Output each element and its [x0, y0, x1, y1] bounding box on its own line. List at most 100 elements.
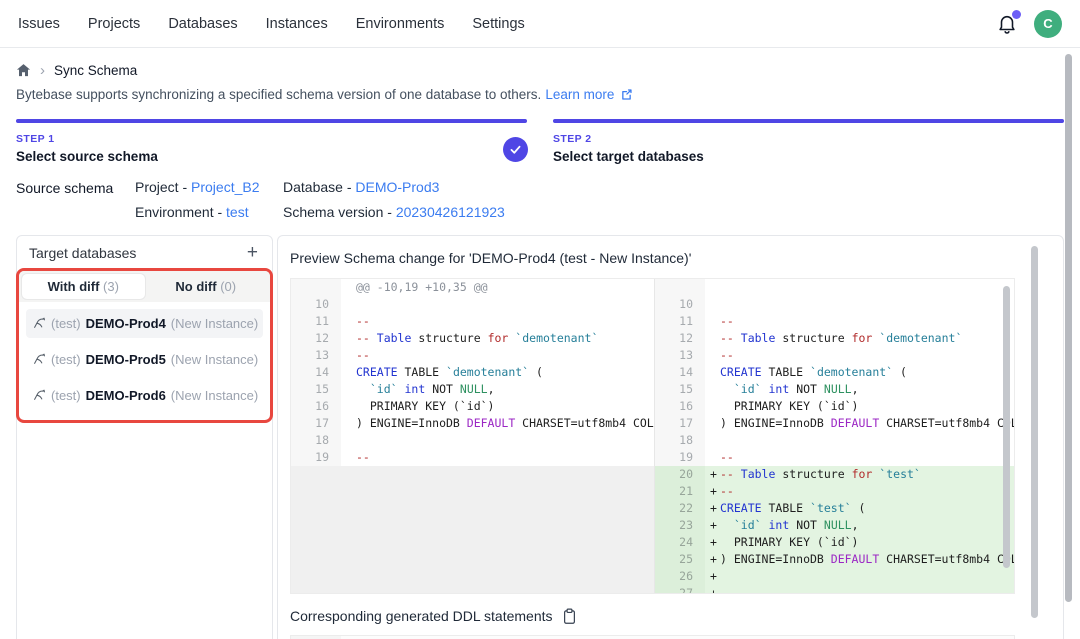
target-database-item-demo-prod5[interactable]: (test) DEMO-Prod5 (New Instance) — [26, 345, 263, 374]
line-number: 23 — [655, 517, 705, 534]
step-2-bar — [553, 119, 1064, 123]
line-number: 18 — [291, 432, 341, 449]
diff-pane-modified[interactable]: 1011--12-- Table structure for `demotena… — [654, 279, 1014, 593]
diff-line: 18 — [291, 432, 654, 449]
diff-line: 10 — [655, 296, 1014, 313]
line-number: 24 — [655, 534, 705, 551]
ddl-statements-title: Corresponding generated DDL statements — [290, 608, 553, 624]
learn-more-link[interactable]: Learn more — [545, 87, 614, 102]
diff-empty-placeholder — [291, 466, 654, 593]
step-1: STEP 1 Select source schema — [16, 119, 527, 164]
diff-line: 18 — [655, 432, 1014, 449]
line-number: 25 — [655, 551, 705, 568]
step-1-bar — [16, 119, 527, 123]
target-databases-highlight-box: With diff (3) No diff (0) (test) — [16, 268, 273, 423]
nav-item-projects[interactable]: Projects — [88, 16, 140, 32]
project-link[interactable]: Project_B2 — [191, 179, 259, 195]
copy-icon[interactable] — [562, 608, 577, 625]
page-scrollbar[interactable] — [1065, 54, 1072, 602]
line-number: 13 — [655, 347, 705, 364]
line-number: 20 — [655, 466, 705, 483]
line-number: 17 — [291, 415, 341, 432]
editor-scrollbar[interactable] — [1003, 286, 1010, 568]
target-database-item-demo-prod4[interactable]: (test) DEMO-Prod4 (New Instance) — [26, 309, 263, 338]
diff-line: 11-- — [291, 313, 654, 330]
line-number: 17 — [655, 415, 705, 432]
avatar[interactable]: C — [1034, 10, 1062, 38]
diff-line: 15 `id` int NOT NULL, — [291, 381, 654, 398]
diff-line: 21+-- — [655, 483, 1014, 500]
nav-item-databases[interactable]: Databases — [168, 16, 237, 32]
target-databases-panel: Target databases + With diff (3) No diff… — [16, 235, 273, 639]
diff-line: 17) ENGINE=InnoDB DEFAULT CHARSET=utf8mb… — [655, 415, 1014, 432]
line-number: 21 — [655, 483, 705, 500]
mysql-icon — [32, 388, 46, 402]
intro-text: Bytebase supports synchronizing a specif… — [16, 87, 1064, 102]
step-1-label: STEP 1 — [16, 133, 527, 145]
target-database-item-demo-prod6[interactable]: (test) DEMO-Prod6 (New Instance) — [26, 381, 263, 410]
line-number — [655, 279, 705, 296]
line-number: 16 — [291, 398, 341, 415]
preview-title: Preview Schema change for 'DEMO-Prod4 (t… — [290, 250, 1063, 266]
environment-link[interactable]: test — [226, 204, 249, 220]
diff-hunk-header — [655, 279, 1014, 296]
schema-diff-editor[interactable]: @@ -10,19 +10,35 @@1011--12-- Table stru… — [290, 278, 1015, 594]
field-database: Database - DEMO-Prod3 — [283, 179, 505, 195]
diff-line: 20+-- Table structure for `test` — [655, 466, 1014, 483]
diff-line: 13-- — [655, 347, 1014, 364]
tab-no-diff[interactable]: No diff (0) — [145, 274, 268, 299]
source-schema-label: Source schema — [16, 179, 135, 220]
notification-bell-icon[interactable] — [996, 13, 1018, 35]
diff-line: 19-- — [655, 449, 1014, 466]
diff-line: 17) ENGINE=InnoDB DEFAULT CHARSET=utf8mb… — [291, 415, 654, 432]
nav-item-issues[interactable]: Issues — [18, 16, 60, 32]
target-databases-title: Target databases — [29, 245, 136, 261]
diff-line: 12-- Table structure for `demotenant` — [655, 330, 1014, 347]
diff-line: 25+) ENGINE=InnoDB DEFAULT CHARSET=utf8m… — [655, 551, 1014, 568]
line-number: 14 — [291, 364, 341, 381]
database-link[interactable]: DEMO-Prod3 — [355, 179, 439, 195]
step-2-label: STEP 2 — [553, 133, 1064, 145]
diff-line: 13-- — [291, 347, 654, 364]
external-link-icon — [620, 88, 633, 101]
line-number: 16 — [655, 398, 705, 415]
add-target-database-button[interactable]: + — [245, 245, 260, 261]
line-number: 22 — [655, 500, 705, 517]
line-number: 11 — [291, 313, 341, 330]
line-number: 26 — [655, 568, 705, 585]
tab-with-diff[interactable]: With diff (3) — [22, 274, 145, 299]
home-icon[interactable] — [16, 63, 31, 78]
step-complete-check-icon — [503, 137, 528, 162]
schema-version-link[interactable]: 20230426121923 — [396, 204, 505, 220]
diff-line: 26+ — [655, 568, 1014, 585]
line-number: 13 — [291, 347, 341, 364]
diff-line: 27+-- — [655, 585, 1014, 593]
nav-item-environments[interactable]: Environments — [356, 16, 445, 32]
line-number — [291, 279, 341, 296]
line-number: 15 — [291, 381, 341, 398]
diff-line: 12-- Table structure for `demotenant` — [291, 330, 654, 347]
diff-line: 14CREATE TABLE `demotenant` ( — [291, 364, 654, 381]
diff-pane-original[interactable]: @@ -10,19 +10,35 @@1011--12-- Table stru… — [291, 279, 654, 593]
diff-line: 10 — [291, 296, 654, 313]
line-number: 11 — [655, 313, 705, 330]
diff-line: 23+ `id` int NOT NULL, — [655, 517, 1014, 534]
schema-preview-panel: Preview Schema change for 'DEMO-Prod4 (t… — [277, 235, 1064, 639]
line-number: 19 — [291, 449, 341, 466]
ddl-editor-stub — [290, 635, 1015, 639]
line-number: 10 — [655, 296, 705, 313]
nav-item-instances[interactable]: Instances — [266, 16, 328, 32]
breadcrumb-page-label: Sync Schema — [54, 63, 137, 78]
line-number: 14 — [655, 364, 705, 381]
field-project: Project - Project_B2 — [135, 179, 283, 195]
diff-line: 14CREATE TABLE `demotenant` ( — [655, 364, 1014, 381]
top-nav: Issues Projects Databases Instances Envi… — [0, 0, 1080, 48]
diff-line: 15 `id` int NOT NULL, — [655, 381, 1014, 398]
line-number: 27 — [655, 585, 705, 593]
panel-scrollbar[interactable] — [1031, 246, 1038, 618]
step-indicator: STEP 1 Select source schema STEP 2 Selec… — [16, 119, 1064, 164]
step-1-title: Select source schema — [16, 149, 527, 164]
step-2: STEP 2 Select target databases — [553, 119, 1064, 164]
nav-item-settings[interactable]: Settings — [472, 16, 524, 32]
line-number: 18 — [655, 432, 705, 449]
